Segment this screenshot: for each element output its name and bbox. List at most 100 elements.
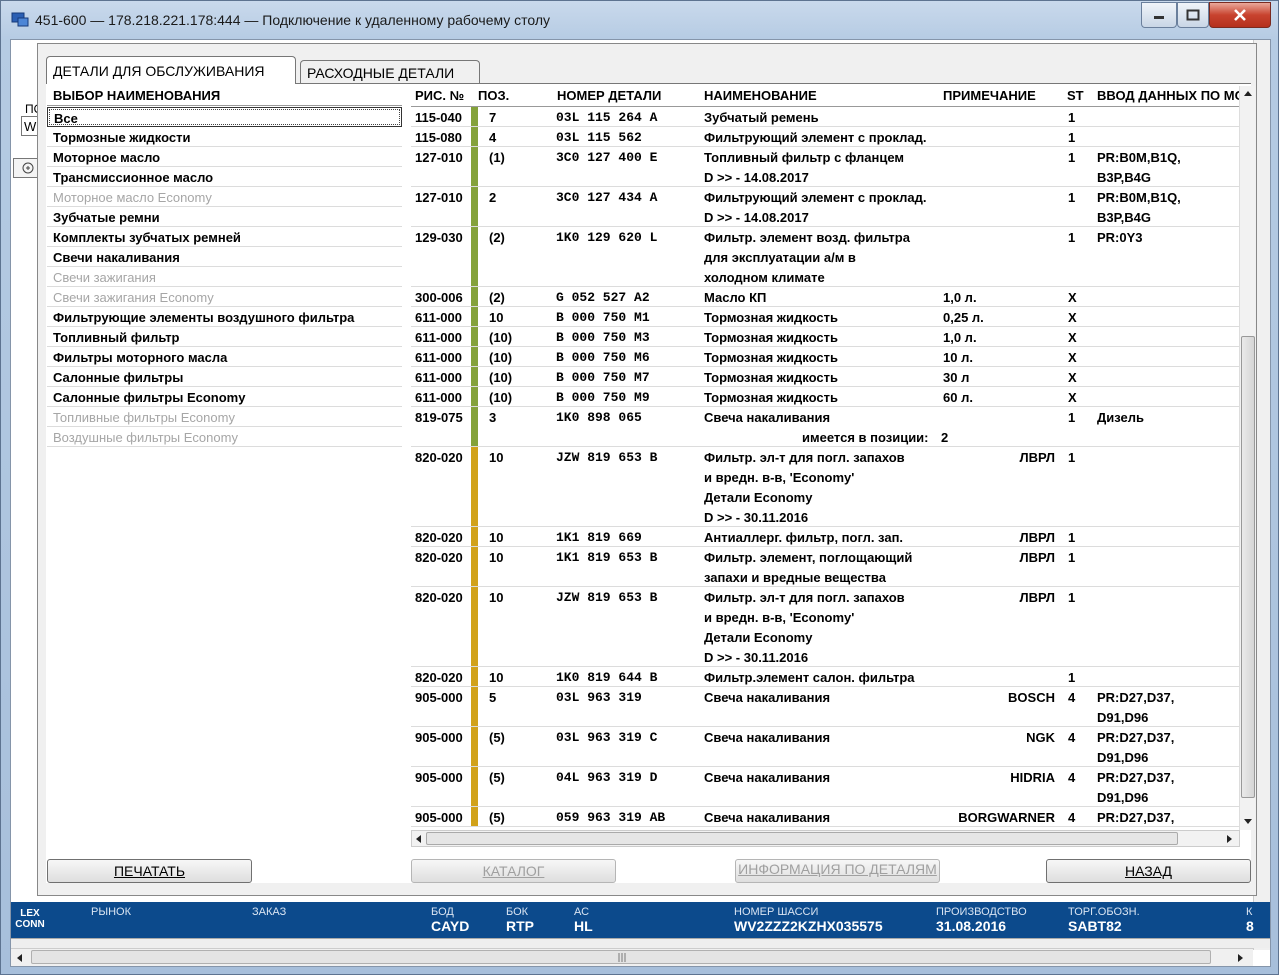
table-row[interactable]: 905-000 (5) 04L 963 319 D Свеча накаливания… (411, 767, 1239, 807)
st-value: 1 (1068, 190, 1076, 205)
col-name[interactable]: НАИМЕНОВАНИЕ (704, 88, 817, 103)
scroll-thumb[interactable] (31, 950, 1211, 964)
remote-horizontal-scrollbar[interactable] (11, 948, 1253, 966)
col-input[interactable]: ВВОД ДАННЫХ ПО МО (1097, 88, 1239, 103)
table-row[interactable]: 129-030 (2) 1K0 129 620 L Фильтр. элемент в… (411, 227, 1239, 287)
part-number: B 000 750 M1 (556, 310, 650, 325)
part-name: Фильтрующий элемент с проклад. (704, 130, 927, 145)
maximize-button[interactable] (1177, 2, 1209, 28)
part-info-button[interactable]: ИНФОРМАЦИЯ ПО ДЕТАЛЯМ (735, 859, 940, 883)
catalog-button[interactable]: КАТАЛОГ (411, 859, 616, 883)
scroll-down-icon[interactable] (1243, 818, 1253, 826)
fig-number: 611-000 (415, 370, 462, 385)
part-name: для эксплуатации а/м в (704, 250, 856, 265)
back-button[interactable]: НАЗАД (1046, 859, 1251, 883)
name-list-item[interactable]: Салонные фильтры (47, 367, 402, 387)
fig-number: 820-020 (415, 550, 463, 565)
close-button[interactable] (1209, 2, 1271, 28)
name-list-item[interactable]: Фильтрующие элементы воздушного фильтра (47, 307, 402, 327)
position: (10) (489, 350, 513, 365)
col-pos[interactable]: ПОЗ. (478, 88, 509, 103)
table-row[interactable]: 300-006 (2) G 052 527 A2 Масло КП 1,0 л. X (411, 287, 1239, 307)
table-row[interactable]: 905-000 (5) 059 963 319 AB Свеча накаливани… (411, 807, 1239, 827)
name-list-item[interactable]: Тормозные жидкости (47, 127, 402, 147)
table-row[interactable]: 611-000 (10) B 000 750 M9 Тормозная жидкост… (411, 387, 1239, 407)
name-list-item[interactable]: Все (47, 107, 402, 127)
table-row[interactable]: 115-040 7 03L 115 264 A Зубчатый ремень 1 (411, 107, 1239, 127)
table-row[interactable]: 905-000 (5) 03L 963 319 C Свеча накаливания… (411, 727, 1239, 767)
table-row[interactable]: 611-000 10 B 000 750 M1 Тормозная жидкость 0… (411, 307, 1239, 327)
input-data: D91,D96 (1097, 710, 1149, 725)
part-number: B 000 750 M7 (556, 370, 650, 385)
part-name: Тормозная жидкость (704, 350, 838, 365)
table-row[interactable]: 905-000 5 03L 963 319 Свеча накаливания BOSC… (411, 687, 1239, 727)
minimize-button[interactable] (1141, 2, 1177, 28)
tab-label: ДЕТАЛИ ДЛЯ ОБСЛУЖИВАНИЯ (53, 62, 265, 79)
st-value: 1 (1068, 150, 1076, 165)
name-list-item[interactable]: Свечи зажигания (47, 267, 402, 287)
title-bar[interactable]: 451-600 — 178.218.221.178:444 — Подключе… (1, 1, 1278, 39)
name-list-item[interactable]: Трансмиссионное масло (47, 167, 402, 187)
table-row[interactable]: 820-020 10 JZW 819 653 B Фильтр. эл-т для п… (411, 587, 1239, 667)
bg-zoom-button[interactable] (13, 158, 39, 178)
remote-desktop-area: ПО W ДЕТАЛИ ДЛЯ ОБСЛУЖИВАНИЯ РАСХОДНЫЕ Д… (10, 39, 1271, 967)
scroll-thumb[interactable] (426, 832, 1178, 845)
col-fig[interactable]: РИС. № (415, 88, 464, 103)
table-row[interactable]: 115-080 4 03L 115 562 Фильтрующий элемент с… (411, 127, 1239, 147)
table-row[interactable]: 611-000 (10) B 000 750 M7 Тормозная жидкост… (411, 367, 1239, 387)
table-row[interactable]: 611-000 (10) B 000 750 M6 Тормозная жидкост… (411, 347, 1239, 367)
st-value: 1 (1068, 530, 1076, 545)
col-note[interactable]: ПРИМЕЧАНИЕ (943, 88, 1036, 103)
col-part[interactable]: НОМЕР ДЕТАЛИ (557, 88, 661, 103)
name-list-item[interactable]: Фильтры моторного масла (47, 347, 402, 367)
tab-content: ВЫБОР НАИМЕНОВАНИЯ Все Тормозные жидкости… (46, 83, 1255, 883)
table-row[interactable]: 820-020 10 1K1 819 653 B Фильтр. элемент, п… (411, 547, 1239, 587)
table-row[interactable]: 127-010 2 3C0 127 434 A Фильтрующий элемент… (411, 187, 1239, 227)
scroll-up-icon[interactable] (1243, 89, 1253, 97)
name-list-item[interactable]: Топливные фильтры Economy (47, 407, 402, 427)
name-list-item[interactable]: Салонные фильтры Economy (47, 387, 402, 407)
input-data: PR:D27,D37, (1097, 690, 1175, 705)
row-status-bar (471, 547, 478, 586)
part-number: 1K0 898 065 (556, 410, 642, 425)
st-value: 1 (1068, 450, 1076, 465)
name-list-item[interactable]: Моторное масло (47, 147, 402, 167)
scroll-right-icon[interactable] (1237, 953, 1245, 963)
table-row[interactable]: 127-010 (1) 3C0 127 400 E Топливный фильтр … (411, 147, 1239, 187)
name-list-item[interactable]: Зубчатые ремни (47, 207, 402, 227)
parts-table: РИС. № ПОЗ. НОМЕР ДЕТАЛИ НАИМЕНОВАНИЕ ПР… (411, 85, 1239, 831)
table-row[interactable]: 611-000 (10) B 000 750 M3 Тормозная жидкост… (411, 327, 1239, 347)
part-name: D >> - 30.11.2016 (704, 650, 809, 665)
scroll-left-icon[interactable] (414, 834, 422, 844)
part-name: Тормозная жидкость (704, 370, 838, 385)
name-list-item[interactable]: Топливный фильтр (47, 327, 402, 347)
bod-label: БОД (431, 906, 454, 918)
table-horizontal-scrollbar[interactable] (411, 830, 1240, 847)
name-list-item[interactable]: Моторное масло Economy (47, 187, 402, 207)
col-st[interactable]: ST (1067, 88, 1084, 103)
chassis-label: НОМЕР ШАССИ (734, 906, 819, 918)
print-button[interactable]: ПЕЧАТАТЬ (47, 859, 252, 883)
table-row[interactable]: 820-020 10 1K0 819 644 B Фильтр.элемент сал… (411, 667, 1239, 687)
part-name: Фильтр. элемент, поглощающий (704, 550, 913, 565)
scroll-thumb[interactable] (1241, 336, 1255, 798)
market-label: РЫНОК (91, 906, 131, 918)
tab-consumable-parts[interactable]: РАСХОДНЫЕ ДЕТАЛИ (300, 60, 480, 84)
table-vertical-scrollbar[interactable] (1239, 86, 1255, 830)
st-value: X (1068, 310, 1077, 325)
name-list-item[interactable]: Свечи накаливания (47, 247, 402, 267)
scroll-left-icon[interactable] (15, 953, 23, 963)
name-list-item[interactable]: Комплекты зубчатых ремней (47, 227, 402, 247)
name-list-item[interactable]: Воздушные фильтры Economy (47, 427, 402, 447)
scroll-right-icon[interactable] (1226, 834, 1234, 844)
position: (5) (489, 810, 505, 825)
table-row[interactable]: 820-020 10 1K1 819 669 Антиаллерг. фильтр, … (411, 527, 1239, 547)
k-value: 8 (1246, 918, 1254, 934)
table-row[interactable]: 819-075 3 1K0 898 065 Свеча накаливания 1 Диз… (411, 407, 1239, 447)
fig-number: 905-000 (415, 730, 463, 745)
vehicle-status-bar: LEX CONN РЫНОК ЗАКАЗ БОД CAYD БОК RTP АС… (11, 902, 1270, 938)
tab-service-parts[interactable]: ДЕТАЛИ ДЛЯ ОБСЛУЖИВАНИЯ (46, 56, 296, 84)
st-value: 1 (1068, 590, 1076, 605)
table-row[interactable]: 820-020 10 JZW 819 653 B Фильтр. эл-т для п… (411, 447, 1239, 527)
name-list-item[interactable]: Свечи зажигания Economy (47, 287, 402, 307)
